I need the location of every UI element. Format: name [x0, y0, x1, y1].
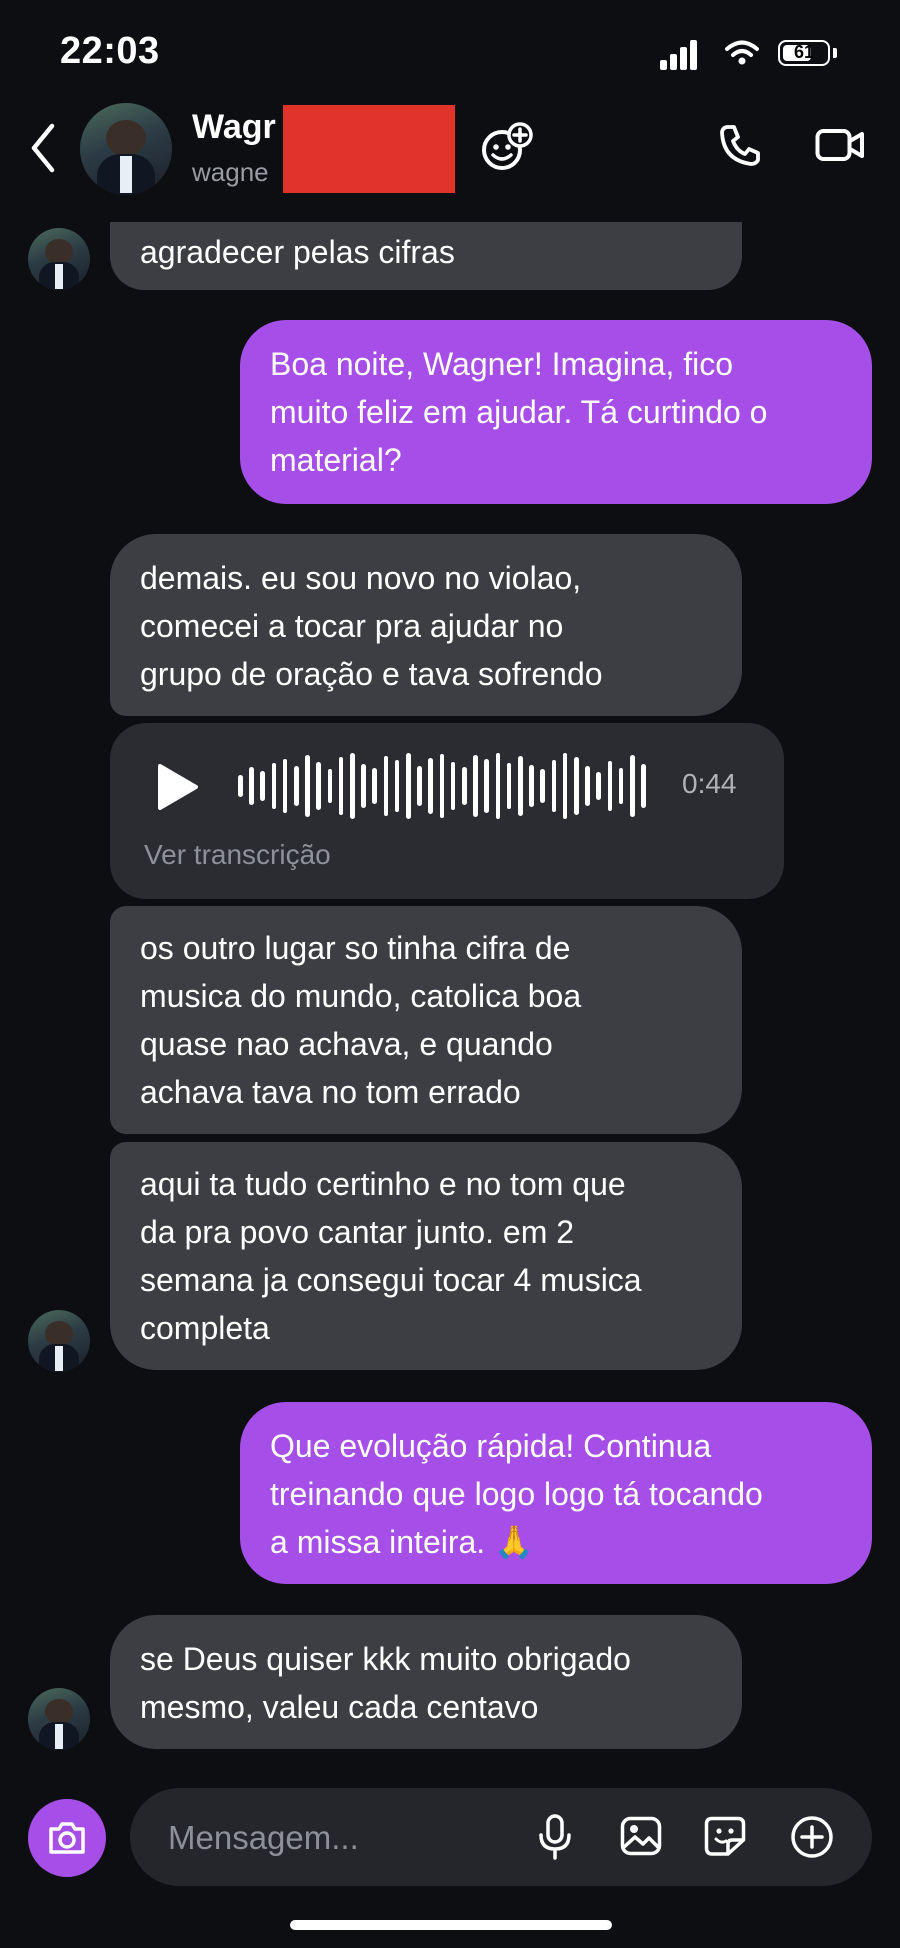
message-line: se Deus quiser kkk muito obrigado [140, 1641, 631, 1677]
waveform-bar [350, 753, 355, 819]
waveform-bar [428, 758, 433, 814]
waveform-bar [417, 766, 422, 806]
message-line: demais. eu sou novo no violao, [140, 560, 582, 596]
waveform-bar [574, 757, 579, 815]
camera-button[interactable] [28, 1799, 106, 1877]
waveform-bar [630, 755, 635, 817]
message-incoming[interactable]: se Deus quiser kkk muito obrigado mesmo,… [110, 1615, 742, 1749]
waveform-bar [383, 756, 389, 816]
sender-avatar[interactable] [28, 228, 90, 290]
waveform-bar [238, 775, 243, 797]
battery-level: 61 [793, 42, 815, 62]
message-line: os outro lugar so tinha cifra de [140, 930, 571, 966]
waveform-bar [439, 754, 445, 818]
waveform-bar [518, 756, 523, 816]
message-input[interactable] [166, 1812, 500, 1864]
message-line: mesmo, valeu cada centavo [140, 1689, 539, 1725]
message-line: musica do mundo, catolica boa [140, 978, 582, 1014]
waveform-bar [338, 757, 344, 815]
battery-icon: 61 [778, 40, 830, 66]
waveform-bar [585, 766, 590, 806]
waveform-bar [641, 764, 646, 808]
message-line: completa [140, 1310, 270, 1346]
signal-icon [660, 40, 700, 70]
message-line: grupo de oração e tava sofrendo [140, 656, 603, 692]
sender-avatar[interactable] [28, 1688, 90, 1750]
wifi-icon [725, 40, 759, 65]
message-line: achava tava no tom errado [140, 1074, 521, 1110]
waveform-bar [260, 771, 265, 801]
waveform-bar [551, 760, 557, 812]
back-icon[interactable] [28, 122, 58, 174]
waveform-bar [372, 768, 377, 804]
phone-icon[interactable] [720, 124, 760, 166]
microphone-icon[interactable] [538, 1814, 572, 1860]
waveform-bar [506, 763, 512, 809]
contact-name[interactable]: Wagr [192, 108, 276, 147]
waveform-bar [361, 764, 366, 808]
voice-duration: 0:44 [682, 768, 737, 799]
video-icon[interactable] [815, 128, 865, 162]
message-incoming[interactable]: demais. eu sou novo no violao, comecei a… [110, 534, 742, 716]
waveform-bar [282, 759, 288, 813]
waveform-bar [305, 755, 310, 817]
message-line: semana ja consegui tocar 4 musica [140, 1262, 642, 1298]
sender-avatar[interactable] [28, 1310, 90, 1372]
waveform-bar [462, 767, 467, 805]
message-incoming[interactable]: os outro lugar so tinha cifra de musica … [110, 906, 742, 1134]
waveform-bar [406, 753, 411, 819]
sticker-icon[interactable] [704, 1816, 746, 1856]
message-line: a missa inteira. 🙏 [270, 1524, 534, 1560]
waveform-bar [450, 762, 456, 810]
message-line: treinando que logo logo tá tocando [270, 1476, 763, 1512]
waveform-bar [473, 755, 478, 817]
message-incoming[interactable]: aqui ta tudo certinho e no tom que da pr… [110, 1142, 742, 1370]
play-icon[interactable] [156, 763, 200, 811]
view-transcript-link[interactable]: Ver transcrição [144, 839, 331, 871]
plus-icon[interactable] [790, 1815, 834, 1859]
waveform-bar [484, 759, 489, 813]
message-line: material? [270, 442, 402, 478]
camera-icon [49, 1822, 85, 1854]
message-line: aqui ta tudo certinho e no tom que [140, 1166, 626, 1202]
waveform-bar [618, 768, 624, 804]
waveform-bar [249, 767, 254, 805]
waveform-bar [271, 763, 277, 809]
waveform-bar [316, 762, 321, 810]
voice-message[interactable]: 0:44 Ver transcrição [110, 723, 784, 899]
redaction-box [283, 105, 455, 193]
message-text: agradecer pelas cifras [140, 234, 455, 270]
status-time: 22:03 [60, 30, 160, 72]
add-people-icon[interactable] [480, 122, 534, 174]
image-icon[interactable] [620, 1816, 662, 1856]
waveform-bar [562, 753, 568, 819]
contact-avatar[interactable] [80, 103, 172, 195]
message-line: muito feliz em ajudar. Tá curtindo o [270, 394, 768, 430]
waveform-bar [607, 761, 613, 811]
battery-nub [833, 48, 837, 58]
message-line: da pra povo cantar junto. em 2 [140, 1214, 575, 1250]
message-composer[interactable] [130, 1788, 872, 1886]
message-line: Que evolução rápida! Continua [270, 1428, 712, 1464]
waveform-bar [596, 772, 601, 800]
waveform[interactable] [238, 753, 648, 819]
waveform-bar [540, 769, 545, 803]
message-line: comecei a tocar pra ajudar no [140, 608, 564, 644]
waveform-bar [294, 766, 299, 806]
waveform-bar [394, 760, 400, 812]
waveform-bar [327, 769, 333, 803]
contact-username[interactable]: wagne [192, 157, 269, 188]
message-outgoing[interactable]: Que evolução rápida! Continua treinando … [240, 1402, 872, 1584]
waveform-bar [495, 753, 501, 819]
message-line: Boa noite, Wagner! Imagina, fico [270, 346, 734, 382]
message-line: quase nao achava, e quando [140, 1026, 553, 1062]
home-indicator [290, 1920, 612, 1930]
message-outgoing[interactable]: Boa noite, Wagner! Imagina, fico muito f… [240, 320, 872, 504]
message-incoming[interactable]: agradecer pelas cifras [110, 222, 742, 290]
waveform-bar [529, 765, 534, 807]
